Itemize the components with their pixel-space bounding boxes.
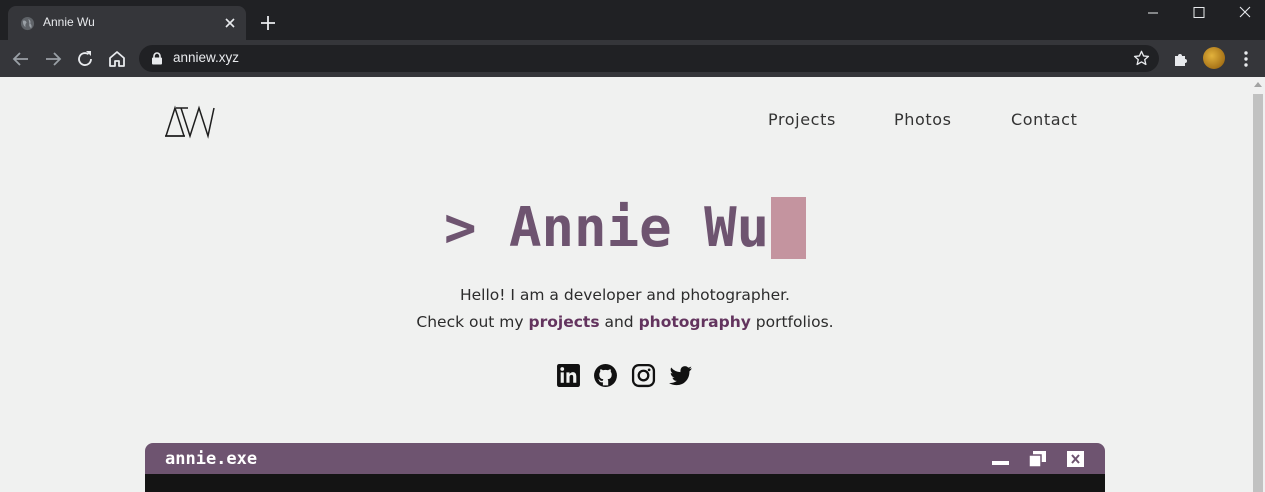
browser-tab-bar: Annie Wu xyxy=(0,0,1265,40)
nav-link-projects[interactable]: Projects xyxy=(768,110,836,129)
intro-text: and xyxy=(599,313,639,331)
close-window-icon[interactable] xyxy=(1222,2,1265,24)
browser-menu-icon[interactable] xyxy=(1238,49,1254,69)
bookmark-star-icon[interactable] xyxy=(1132,49,1151,68)
maximize-window-icon[interactable] xyxy=(1176,2,1222,24)
globe-icon xyxy=(20,16,35,31)
home-icon[interactable] xyxy=(105,47,129,71)
intro-text: Check out my xyxy=(416,313,529,331)
address-bar[interactable]: anniew.xyz xyxy=(139,45,1159,72)
tab-title: Annie Wu xyxy=(43,15,95,29)
linkedin-icon[interactable] xyxy=(556,363,581,388)
url-text[interactable]: anniew.xyz xyxy=(173,50,239,65)
profile-avatar[interactable] xyxy=(1203,47,1225,69)
nav-link-photos[interactable]: Photos xyxy=(894,110,952,129)
minimize-icon[interactable] xyxy=(992,451,1009,467)
scrollbar-thumb[interactable] xyxy=(1253,94,1263,492)
annie-exe-window: annie.exe xyxy=(145,443,1105,492)
new-tab-icon[interactable] xyxy=(258,13,278,33)
nav-link-contact[interactable]: Contact xyxy=(1011,110,1077,129)
terminal-cursor xyxy=(771,197,806,259)
scroll-up-arrow-icon[interactable] xyxy=(1254,82,1262,87)
photography-link[interactable]: photography xyxy=(639,313,751,331)
window-title: annie.exe xyxy=(165,449,258,469)
lock-icon[interactable] xyxy=(151,52,163,65)
close-tab-icon[interactable] xyxy=(222,15,238,31)
restore-icon[interactable] xyxy=(1029,451,1046,467)
window-body xyxy=(145,474,1105,492)
logo-text: AW xyxy=(164,105,166,106)
site-logo[interactable]: AW xyxy=(164,105,216,139)
close-icon[interactable] xyxy=(1067,451,1084,467)
github-icon[interactable] xyxy=(593,363,618,388)
reload-icon[interactable] xyxy=(73,47,97,71)
extensions-puzzle-icon[interactable] xyxy=(1172,49,1192,69)
hero-name: Annie Wu xyxy=(509,196,770,259)
browser-toolbar: anniew.xyz xyxy=(0,40,1265,77)
page-scrollbar[interactable] xyxy=(1250,77,1265,492)
forward-arrow-icon[interactable] xyxy=(41,47,65,71)
back-arrow-icon[interactable] xyxy=(9,47,33,71)
projects-link[interactable]: projects xyxy=(529,313,600,331)
intro-line-2: Check out my projects and photography po… xyxy=(0,313,1250,331)
twitter-icon[interactable] xyxy=(668,363,693,388)
prompt-symbol: > xyxy=(444,196,477,259)
intro-line-1: Hello! I am a developer and photographer… xyxy=(459,286,790,304)
intro-text: portfolios. xyxy=(750,313,834,331)
hero-heading: > Annie Wu xyxy=(444,195,769,261)
instagram-icon[interactable] xyxy=(631,363,656,388)
page-viewport: AW Projects Photos Contact > Annie Wu He… xyxy=(0,77,1265,492)
minimize-window-icon[interactable] xyxy=(1130,2,1176,24)
window-title-bar[interactable]: annie.exe xyxy=(145,443,1105,474)
browser-tab[interactable]: Annie Wu xyxy=(8,6,246,40)
